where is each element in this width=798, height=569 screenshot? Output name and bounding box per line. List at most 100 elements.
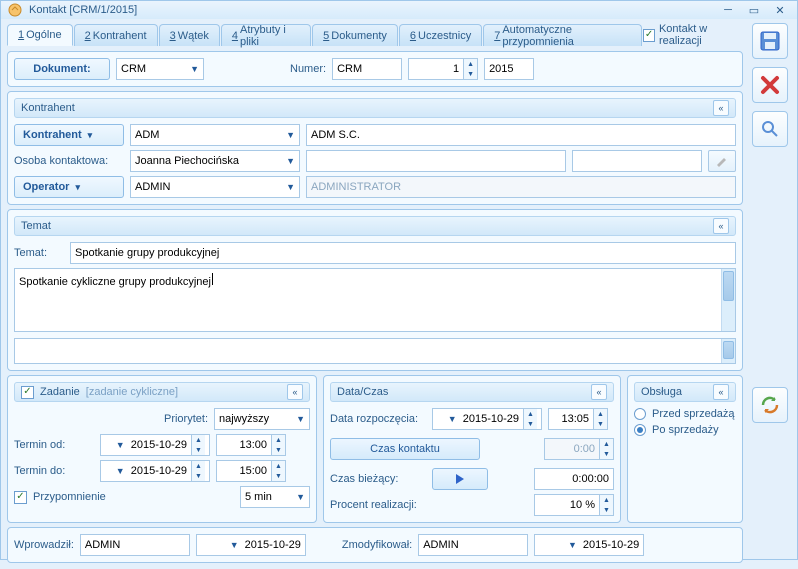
search-button[interactable] [752,111,788,147]
rozp-time[interactable]: 13:05▲▼ [548,408,608,430]
tab-uczestnicy[interactable]: 6Uczestnicy [399,24,482,46]
tab-atrybuty[interactable]: 4Atrybuty i pliki [221,24,311,46]
refresh-button[interactable] [752,387,788,423]
osoba-extra2[interactable] [572,150,702,172]
kontrahent-collapse[interactable]: « [713,100,729,116]
termin-od-date[interactable]: ▼2015-10-29▲▼ [100,434,210,456]
procent-value[interactable]: 10 %▲▼ [534,494,614,516]
zadanie-header: Zadanie [zadanie cykliczne] « [14,382,310,402]
realization-checkbox[interactable] [643,29,655,42]
termin-od-time[interactable]: 13:00▲▼ [216,434,286,456]
dataczas-collapse[interactable]: « [591,384,607,400]
play-icon [455,474,465,484]
obsluga-panel: Obsługa « Przed sprzedażą Po sprzedaży [627,375,743,523]
delete-button[interactable] [752,67,788,103]
rozp-label: Data rozpoczęcia: [330,413,426,425]
refresh-icon [759,394,781,416]
dokument-combo[interactable]: CRM▼ [116,58,204,80]
tab-dokumenty[interactable]: 5Dokumenty [312,24,398,46]
czas-kontaktu-button[interactable]: Czas kontaktu [330,438,480,460]
priorytet-combo[interactable]: najwyższy▼ [214,408,310,430]
osoba-lookup-button[interactable] [708,150,736,172]
temat-header: Temat « [14,216,736,236]
kontrahent-header: Kontrahent « [14,98,736,118]
po-radio[interactable] [634,424,646,436]
year-input[interactable]: 2015 [484,58,534,80]
numer-spin-up[interactable]: ▲ [463,59,477,69]
temat-panel: Temat « Temat: Spotkanie grupy produkcyj… [7,209,743,371]
wprowadzil-date[interactable]: ▼2015-10-29 [196,534,306,556]
dataczas-header: Data/Czas « [330,382,614,402]
przed-label: Przed sprzedażą [652,408,735,420]
temat-textarea[interactable]: Spotkanie cykliczne grupy produkcyjnej [14,268,736,332]
footer-panel: Wprowadził: ADMIN ▼2015-10-29 Zmodyfikow… [7,527,743,563]
app-icon [7,2,23,18]
kontrahent-panel: Kontrahent « Kontrahent▾ ADM▼ ADM S.C. O… [7,91,743,205]
zadanie-panel: Zadanie [zadanie cykliczne] « Priorytet:… [7,375,317,523]
osoba-label: Osoba kontaktowa: [14,155,124,167]
operator-code-combo[interactable]: ADMIN▼ [130,176,300,198]
operator-button[interactable]: Operator▾ [14,176,124,198]
numer-spin-down[interactable]: ▼ [463,69,477,79]
temat-scrollbar[interactable] [721,269,735,331]
rozp-date[interactable]: ▼2015-10-29▲▼ [432,408,542,430]
priorytet-label: Priorytet: [164,413,208,425]
przypomnienie-label: Przypomnienie [33,491,106,503]
tab-kontrahent[interactable]: 2Kontrahent [74,24,158,46]
biezacy-label: Czas bieżący: [330,473,426,485]
termin-od-label: Termin od: [14,439,94,451]
kontrahent-code-combo[interactable]: ADM▼ [130,124,300,146]
dokument-button[interactable]: Dokument: [14,58,110,80]
tabs-bar: 1Ogólne 2Kontrahent 3Wątek 4Atrybuty i p… [7,23,743,47]
przed-radio[interactable] [634,408,646,420]
osoba-extra1[interactable] [306,150,566,172]
magnifier-icon [760,119,780,139]
osoba-combo[interactable]: Joanna Piechocińska▼ [130,150,300,172]
termin-do-date[interactable]: ▼2015-10-29▲▼ [100,460,210,482]
wprowadzil-user: ADMIN [80,534,190,556]
minimize-button[interactable]: ─ [717,1,739,19]
save-button[interactable] [752,23,788,59]
temat-input[interactable]: Spotkanie grupy produkcyjnej [70,242,736,264]
przypomnienie-combo[interactable]: 5 min▼ [240,486,310,508]
zadanie-collapse[interactable]: « [287,384,303,400]
document-panel: Dokument: CRM▼ Numer: CRM 1 ▲▼ 2015 [7,51,743,87]
window-title: Kontakt [CRM/1/2015] [29,4,137,16]
tab-ogolne[interactable]: 1Ogólne [7,24,73,46]
numer-value-input[interactable]: 1 ▲▼ [408,58,478,80]
floppy-icon [759,30,781,52]
wprowadzil-label: Wprowadził: [14,539,74,551]
zmod-date[interactable]: ▼2015-10-29 [534,534,644,556]
temat-scrollbar2[interactable] [721,339,735,363]
obsluga-header: Obsługa « [634,382,736,402]
tab-przypomnienia[interactable]: 7Automatyczne przypomnienia [483,24,642,46]
dataczas-panel: Data/Czas « Data rozpoczęcia: ▼2015-10-2… [323,375,621,523]
play-button[interactable] [432,468,488,490]
zadanie-checkbox[interactable] [21,386,34,399]
numer-series-input[interactable]: CRM [332,58,402,80]
kontrahent-name-input[interactable]: ADM S.C. [306,124,736,146]
realization-label: Kontakt w realizacji [659,23,743,47]
maximize-button[interactable]: ▭ [743,1,765,19]
biezacy-value: 0:00:00 [534,468,614,490]
titlebar: Kontakt [CRM/1/2015] ─ ▭ ✕ [1,1,797,19]
czas-kontaktu-value: 0:00▲▼ [544,438,614,460]
temat-label: Temat: [14,247,64,259]
termin-do-label: Termin do: [14,465,94,477]
x-icon [760,75,780,95]
pencil-icon [715,154,729,168]
obsluga-collapse[interactable]: « [713,384,729,400]
operator-name-display: ADMINISTRATOR [306,176,736,198]
tab-watek[interactable]: 3Wątek [159,24,220,46]
po-label: Po sprzedaży [652,424,719,436]
zmod-label: Zmodyfikował: [342,539,412,551]
przypomnienie-checkbox[interactable] [14,491,27,504]
temat-textarea2[interactable] [14,338,736,364]
termin-do-time[interactable]: 15:00▲▼ [216,460,286,482]
close-button[interactable]: ✕ [769,1,791,19]
procent-label: Procent realizacji: [330,499,436,511]
temat-collapse[interactable]: « [713,218,729,234]
kontrahent-button[interactable]: Kontrahent▾ [14,124,124,146]
side-toolbar [749,23,791,563]
zmod-user: ADMIN [418,534,528,556]
